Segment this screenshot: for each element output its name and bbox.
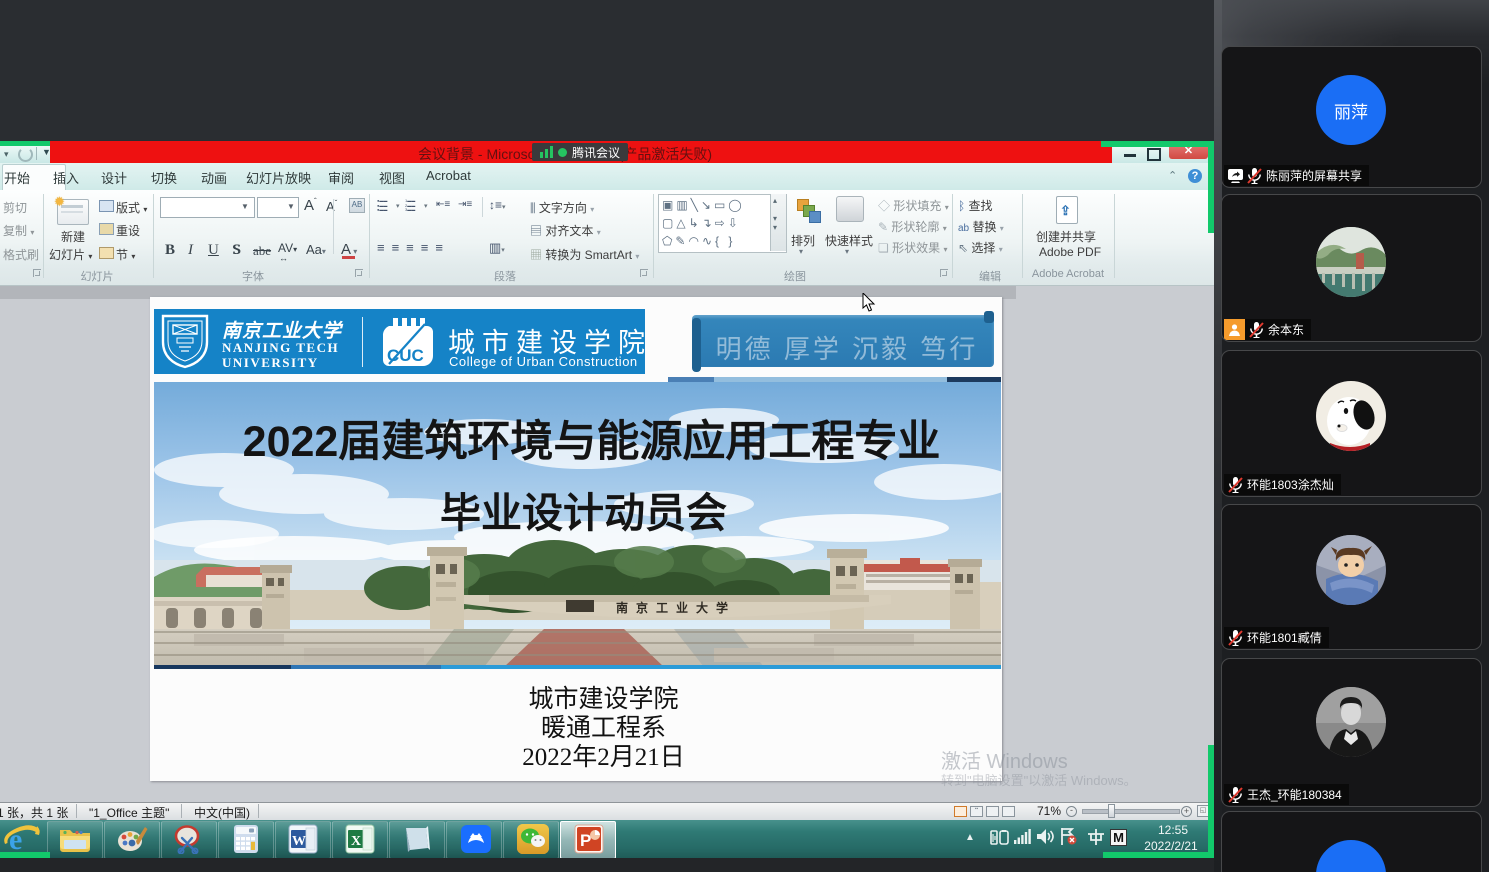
svg-text:X: X xyxy=(351,834,361,849)
svg-text:W: W xyxy=(292,834,306,849)
svg-text:南京工业大学: 南京工业大学 xyxy=(616,600,736,615)
svg-text:P: P xyxy=(580,831,591,850)
svg-text:CUC: CUC xyxy=(387,346,424,365)
